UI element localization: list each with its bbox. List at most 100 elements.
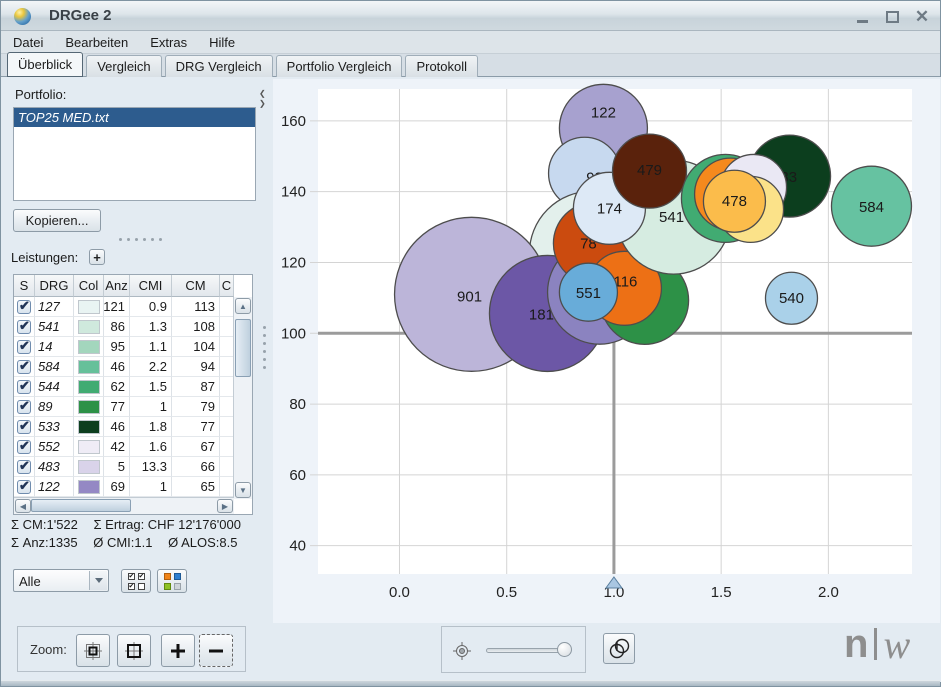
checkbox-cell[interactable] — [14, 337, 35, 357]
filter-dropdown[interactable]: Alle — [13, 569, 109, 592]
row-checkbox[interactable] — [17, 420, 31, 434]
app-logo-icon — [14, 8, 31, 25]
color-cell — [74, 377, 104, 397]
zoom-fit-icon — [83, 641, 103, 661]
row-checkbox[interactable] — [17, 320, 31, 334]
bubble-label: 541 — [659, 209, 684, 226]
avg-x-marker[interactable] — [606, 577, 622, 588]
row-checkbox[interactable] — [17, 440, 31, 454]
horizontal-splitter-handle[interactable] — [119, 238, 162, 241]
menu-item-datei[interactable]: Datei — [13, 35, 43, 50]
column-header-col[interactable]: Col — [74, 275, 104, 297]
svg-text:100: 100 — [281, 325, 306, 342]
table-row[interactable]: 1271210.9113 — [14, 297, 252, 317]
vertical-scrollbar[interactable]: ▲ ▼ — [233, 297, 252, 499]
table-row[interactable]: 541861.3108 — [14, 317, 252, 337]
tab-drg-vergleich[interactable]: DRG Vergleich — [165, 55, 273, 77]
scroll-right-icon[interactable]: ▶ — [217, 499, 233, 513]
zoom-out-button[interactable] — [199, 634, 233, 667]
svg-text:60: 60 — [289, 467, 306, 484]
column-header-anz[interactable]: Anz — [104, 275, 130, 297]
column-header-c[interactable]: C — [220, 275, 234, 297]
anz-cell: 95 — [104, 337, 130, 357]
table-row[interactable]: 12269165 — [14, 477, 252, 497]
tab-vergleich[interactable]: Vergleich — [86, 55, 161, 77]
column-header-s[interactable]: S — [14, 275, 35, 297]
menu-item-extras[interactable]: Extras — [150, 35, 187, 50]
svg-text:0.5: 0.5 — [496, 584, 517, 601]
zoom-in-button[interactable] — [161, 634, 195, 667]
column-header-cmi[interactable]: CMI — [130, 275, 172, 297]
add-leistung-button[interactable]: + — [89, 249, 105, 265]
select-all-button[interactable] — [121, 569, 151, 593]
checkbox-cell[interactable] — [14, 357, 35, 377]
drg-cell: 552 — [35, 437, 74, 457]
vertical-splitter-handle[interactable] — [263, 326, 266, 369]
tab-portfolio-vergleich[interactable]: Portfolio Vergleich — [276, 55, 403, 77]
table-row[interactable]: 14951.1104 — [14, 337, 252, 357]
checkbox-cell[interactable] — [14, 317, 35, 337]
maximize-button[interactable] — [884, 9, 900, 25]
portfolio-label: Portfolio: — [15, 87, 66, 102]
checkbox-cell[interactable] — [14, 457, 35, 477]
scroll-thumb[interactable] — [235, 319, 251, 377]
menu-item-hilfe[interactable]: Hilfe — [209, 35, 235, 50]
color-swatch — [78, 340, 100, 354]
minimize-button[interactable] — [854, 9, 870, 25]
checkbox-cell[interactable] — [14, 437, 35, 457]
row-checkbox[interactable] — [17, 340, 31, 354]
scroll-up-icon[interactable]: ▲ — [235, 298, 251, 314]
drg-cell: 541 — [35, 317, 74, 337]
checkbox-grid-icon — [128, 573, 145, 590]
color-mode-button[interactable] — [157, 569, 187, 593]
menu-item-bearbeiten[interactable]: Bearbeiten — [65, 35, 128, 50]
copy-button[interactable]: Kopieren... — [13, 209, 101, 232]
checkbox-cell[interactable] — [14, 377, 35, 397]
checkbox-cell[interactable] — [14, 397, 35, 417]
cm-cell: 65 — [172, 477, 220, 497]
splitter-collapse-icon[interactable]: ❮❯ — [259, 89, 266, 109]
row-checkbox[interactable] — [17, 360, 31, 374]
color-swatch — [78, 320, 100, 334]
row-checkbox[interactable] — [17, 380, 31, 394]
table-row[interactable]: 544621.587 — [14, 377, 252, 397]
column-header-drg[interactable]: DRG — [35, 275, 74, 297]
overlap-mode-button[interactable] — [603, 633, 635, 664]
tab-überblick[interactable]: Überblick — [7, 52, 83, 77]
table-row[interactable]: 8977179 — [14, 397, 252, 417]
close-icon[interactable]: ✕ — [914, 9, 930, 25]
row-checkbox[interactable] — [17, 460, 31, 474]
portfolio-list-item-selected[interactable]: TOP25 MED.txt — [14, 108, 255, 127]
hscroll-thumb[interactable] — [31, 499, 131, 512]
checkbox-cell[interactable] — [14, 477, 35, 497]
clipped-cell — [220, 377, 234, 397]
color-swatch — [78, 460, 100, 474]
table-row[interactable]: 584462.294 — [14, 357, 252, 377]
zoom-fit-button[interactable] — [76, 634, 110, 667]
column-header-cm[interactable]: CM — [172, 275, 220, 297]
size-slider-knob[interactable] — [557, 642, 572, 657]
checkbox-cell[interactable] — [14, 297, 35, 317]
scroll-down-icon[interactable]: ▼ — [235, 482, 251, 498]
table-header: SDRGColAnzCMICMC — [14, 275, 252, 297]
chevron-down-icon[interactable] — [89, 571, 107, 590]
horizontal-scrollbar[interactable]: ◀ ▶ — [14, 497, 234, 514]
row-checkbox[interactable] — [17, 400, 31, 414]
drg-cell: 14 — [35, 337, 74, 357]
color-swatch — [78, 300, 100, 314]
table-row[interactable]: 483513.366 — [14, 457, 252, 477]
scroll-left-icon[interactable]: ◀ — [15, 499, 31, 513]
tab-protokoll[interactable]: Protokoll — [405, 55, 478, 77]
summary-line-2: Σ Anz:1335 Ø CMI:1.1 Ø ALOS:8.5 — [11, 535, 249, 550]
sum-anz: Σ Anz:1335 — [11, 535, 78, 550]
row-checkbox[interactable] — [17, 480, 31, 494]
leistungen-table: SDRGColAnzCMICMC 1271210.9113541861.3108… — [13, 274, 253, 515]
bubble-chart[interactable]: 1229890118178116551541174479533478584540… — [273, 79, 940, 623]
checkbox-cell[interactable] — [14, 417, 35, 437]
portfolio-list[interactable]: TOP25 MED.txt — [13, 107, 256, 201]
zoom-window-button[interactable] — [117, 634, 151, 667]
row-checkbox[interactable] — [17, 300, 31, 314]
table-row[interactable]: 552421.667 — [14, 437, 252, 457]
minus-icon — [206, 641, 226, 661]
table-row[interactable]: 533461.877 — [14, 417, 252, 437]
